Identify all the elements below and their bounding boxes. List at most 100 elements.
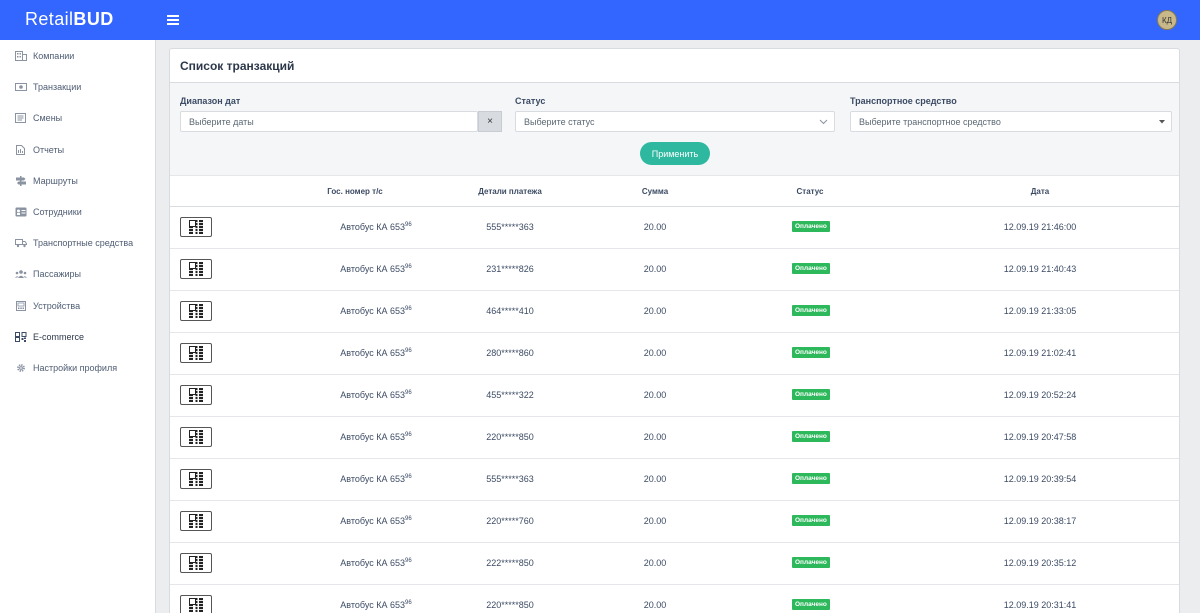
truck-icon — [15, 238, 27, 248]
plate-region: 96 — [405, 474, 412, 480]
payment-cell: 220*****760 — [486, 516, 534, 526]
plate-region: 96 — [405, 600, 412, 606]
sidebar-item-label: Транзакции — [33, 82, 82, 93]
menu-toggle-icon[interactable] — [167, 15, 179, 25]
date-cell: 12.09.19 21:02:41 — [1003, 348, 1077, 358]
amount-cell: 20.00 — [643, 348, 667, 358]
clear-dates-button[interactable]: × — [478, 111, 502, 132]
plate-text: Автобус КА 653 — [340, 222, 406, 232]
qr-code-button[interactable] — [180, 553, 212, 573]
date-range-input[interactable]: Выберите даты — [180, 111, 478, 132]
plate-region: 96 — [405, 516, 412, 522]
payment-cell: 464*****410 — [486, 306, 534, 316]
col-plate[interactable]: Гос. номер т/с — [290, 187, 420, 196]
plate-text: Автобус КА 653 — [340, 390, 406, 400]
status-badge: Оплачено — [792, 557, 830, 568]
table-row: Автобус КА 65396 220*****760 20.00 Оплачено… — [170, 501, 1179, 543]
table-row: Автобус КА 65396 231*****826 20.00 Оплачено… — [170, 249, 1179, 291]
plate-cell: Автобус КА 65396 — [290, 558, 462, 568]
col-payment[interactable]: Детали платежа — [445, 187, 575, 196]
plate-cell: Автобус КА 65396 — [290, 306, 462, 316]
payment-cell: 555*****363 — [486, 474, 534, 484]
sidebar-item-label: Маршруты — [33, 175, 78, 186]
qr-code-button[interactable] — [180, 385, 212, 405]
sidebar-item-9[interactable]: E-commerce — [0, 323, 156, 351]
building-icon — [15, 51, 27, 61]
status-badge: Оплачено — [792, 305, 830, 316]
sidebar-item-label: Настройки профиля — [33, 363, 118, 373]
id-card-icon — [15, 207, 27, 217]
qr-code-button[interactable] — [180, 217, 212, 237]
sidebar-item-1[interactable]: Транзакции — [0, 73, 156, 101]
table-row: Автобус КА 65396 555*****363 20.00 Оплачено… — [170, 207, 1179, 249]
avatar[interactable]: КД — [1157, 10, 1177, 30]
sidebar-item-label: Компании — [33, 51, 75, 61]
status-badge: Оплачено — [792, 515, 830, 526]
col-date[interactable]: Дата — [975, 187, 1105, 196]
plate-region: 96 — [405, 558, 412, 564]
sidebar-item-3[interactable]: Отчеты — [0, 136, 156, 164]
qr-code-icon — [189, 514, 203, 528]
plate-cell: Автобус КА 65396 — [290, 348, 462, 358]
col-amount[interactable]: Сумма — [590, 187, 720, 196]
sidebar-item-2[interactable]: Смены — [0, 104, 156, 132]
plate-region: 96 — [405, 432, 412, 438]
plate-region: 96 — [405, 222, 412, 228]
qr-code-icon — [189, 430, 203, 444]
qr-code-button[interactable] — [180, 259, 212, 279]
plate-text: Автобус КА 653 — [340, 306, 406, 316]
amount-cell: 20.00 — [643, 474, 667, 484]
plate-region: 96 — [405, 390, 412, 396]
chevron-down-icon — [819, 119, 828, 125]
sidebar-item-8[interactable]: Устройства — [0, 292, 156, 320]
sidebar-item-7[interactable]: Пассажиры — [0, 260, 156, 288]
status-placeholder: Выберите статус — [524, 117, 595, 127]
list-icon — [15, 113, 27, 124]
sidebar-item-10[interactable]: Настройки профиля — [0, 354, 156, 382]
qr-code-icon — [189, 220, 203, 234]
payment-cell: 220*****850 — [486, 432, 534, 442]
transactions-card: Список транзакций Диапазон дат Выберите … — [169, 48, 1180, 613]
qr-code-button[interactable] — [180, 301, 212, 321]
table-header: Гос. номер т/с Детали платежа Сумма Стат… — [170, 175, 1179, 207]
sidebar-item-label: Транспортные средства — [33, 238, 134, 249]
date-cell: 12.09.19 20:31:41 — [1003, 600, 1077, 610]
date-cell: 12.09.19 20:38:17 — [1003, 516, 1077, 526]
payment-cell: 280*****860 — [486, 348, 534, 358]
status-badge: Оплачено — [792, 473, 830, 484]
table-row: Автобус КА 65396 222*****850 20.00 Оплачено… — [170, 543, 1179, 585]
plate-text: Автобус КА 653 — [340, 474, 406, 484]
plate-region: 96 — [405, 348, 412, 354]
qr-code-icon — [189, 388, 203, 402]
caret-down-icon — [1159, 120, 1165, 124]
status-select[interactable]: Выберите статус — [515, 111, 835, 132]
qr-code-button[interactable] — [180, 343, 212, 363]
qr-code-button[interactable] — [180, 469, 212, 489]
brand-logo[interactable]: RetailBUD — [25, 9, 114, 30]
plate-cell: Автобус КА 65396 — [290, 390, 462, 400]
vehicle-select[interactable]: Выберите транспортное средство — [850, 111, 1172, 132]
qr-code-icon — [189, 472, 203, 486]
status-badge: Оплачено — [792, 599, 830, 610]
qr-code-icon — [189, 346, 203, 360]
plate-text: Автобус КА 653 — [340, 558, 406, 568]
plate-cell: Автобус КА 65396 — [290, 516, 462, 526]
sidebar-item-4[interactable]: Маршруты — [0, 167, 156, 195]
sidebar-item-0[interactable]: Компании — [0, 42, 156, 70]
qr-code-button[interactable] — [180, 511, 212, 531]
transactions-table: Гос. номер т/с Детали платежа Сумма Стат… — [170, 175, 1179, 613]
col-status[interactable]: Статус — [745, 187, 875, 196]
date-cell: 12.09.19 21:33:05 — [1003, 306, 1077, 316]
date-cell: 12.09.19 20:47:58 — [1003, 432, 1077, 442]
device-icon — [15, 300, 27, 311]
plate-region: 96 — [405, 264, 412, 270]
status-label: Статус — [515, 96, 546, 106]
sidebar-item-6[interactable]: Транспортные средства — [0, 229, 156, 257]
amount-cell: 20.00 — [643, 600, 667, 610]
apply-button[interactable]: Применить — [640, 142, 710, 165]
qr-code-button[interactable] — [180, 595, 212, 613]
date-cell: 12.09.19 21:46:00 — [1003, 222, 1077, 232]
sidebar-item-5[interactable]: Сотрудники — [0, 198, 156, 226]
signpost-icon — [15, 175, 27, 186]
qr-code-button[interactable] — [180, 427, 212, 447]
